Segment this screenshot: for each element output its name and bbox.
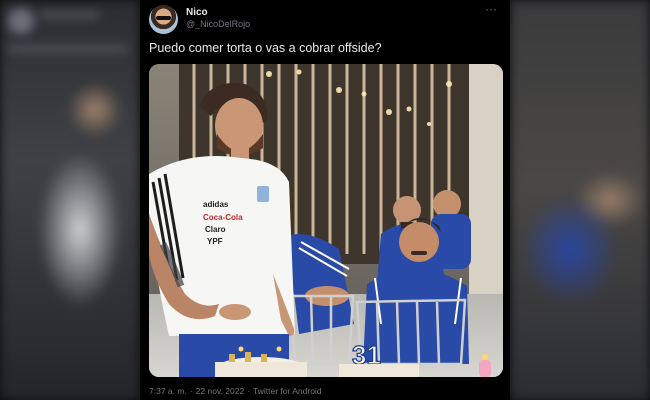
tweet-time[interactable]: 7:37 a. m.	[149, 386, 187, 396]
blurred-background-right	[510, 0, 650, 400]
jersey-sponsor-3: YPF	[207, 237, 223, 246]
tweet-photo[interactable]: adidas Coca-Cola Claro YPF 31	[149, 64, 503, 377]
jersey-brand-text: adidas	[203, 200, 229, 209]
tweet-card: Nico @_NicoDelRojo ··· Puedo comer torta…	[140, 0, 510, 400]
tweet-text: Puedo comer torta o vas a cobrar offside…	[149, 41, 382, 55]
display-name[interactable]: Nico	[186, 7, 208, 18]
tweet-client[interactable]: Twitter for Android	[253, 386, 322, 396]
more-horizontal-icon[interactable]: ···	[480, 3, 502, 18]
meta-separator-2: ·	[247, 386, 251, 396]
tweet-meta: 7:37 a. m. · 22 nov. 2022 · Twitter for Andr…	[149, 386, 325, 396]
blurred-background-left	[0, 0, 140, 400]
jersey-sponsor-1: Coca-Cola	[203, 213, 243, 222]
avatar[interactable]	[149, 5, 178, 34]
meta-separator-1: ·	[189, 386, 193, 396]
jersey-sponsor-2: Claro	[205, 225, 226, 234]
tweet-date[interactable]: 22 nov. 2022	[196, 386, 245, 396]
user-handle[interactable]: @_NicoDelRojo	[186, 19, 250, 29]
